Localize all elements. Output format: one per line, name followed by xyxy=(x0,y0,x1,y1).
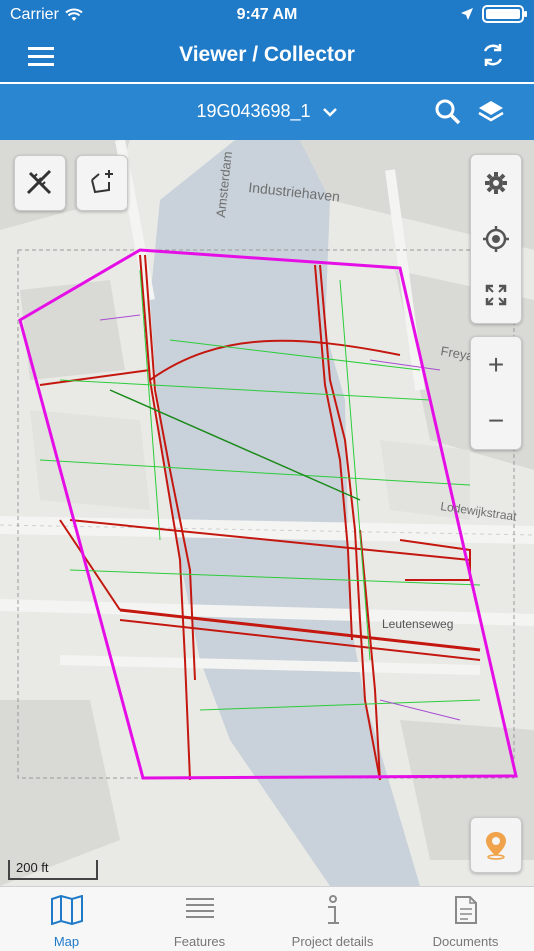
polygon-add-icon xyxy=(91,170,113,194)
sync-icon[interactable] xyxy=(478,40,508,70)
scale-label: 200 ft xyxy=(16,860,49,875)
ruler-pencil-icon xyxy=(26,169,52,195)
scale-bar: 200 ft xyxy=(8,860,98,880)
location-arrow-icon xyxy=(461,8,473,20)
tab-features[interactable]: Features xyxy=(133,887,266,951)
tab-bar: Map Features Project details Documents xyxy=(0,886,534,951)
project-id: 19G043698_1 xyxy=(196,101,311,121)
add-point-button[interactable] xyxy=(470,817,522,873)
tab-features-label: Features xyxy=(173,934,226,949)
street-label-lodewijkstraat: Lodewijkstraat xyxy=(440,499,519,524)
zoom-extent-button[interactable] xyxy=(471,267,521,323)
map-canvas[interactable]: Amsterdam Industriehaven Freya Lodewijks… xyxy=(0,140,534,886)
search-icon[interactable] xyxy=(434,98,462,126)
info-icon xyxy=(327,895,339,924)
locate-me-button[interactable] xyxy=(471,211,521,267)
document-icon xyxy=(454,896,477,924)
draw-polygon-button[interactable] xyxy=(76,155,128,211)
tab-project-details[interactable]: Project details xyxy=(266,887,399,951)
settings-button[interactable] xyxy=(471,155,521,211)
project-bar: 19G043698_1 xyxy=(0,84,534,140)
tab-map[interactable]: Map xyxy=(0,887,133,951)
expand-icon xyxy=(485,284,507,306)
map-tools-stack xyxy=(470,154,522,324)
zoom-out-button[interactable]: − xyxy=(471,393,521,449)
crosshair-icon xyxy=(483,226,509,252)
status-bar: Carrier 9:47 AM xyxy=(0,0,534,30)
tab-map-label: Map xyxy=(53,934,80,949)
tab-documents-label: Documents xyxy=(432,934,499,949)
tab-documents[interactable]: Documents xyxy=(399,887,532,951)
battery-icon xyxy=(482,5,527,23)
chevron-down-icon xyxy=(322,108,337,118)
list-icon xyxy=(185,898,214,918)
gear-icon xyxy=(485,172,507,194)
zoom-in-button[interactable]: + xyxy=(471,337,521,393)
map-view[interactable]: Amsterdam Industriehaven Freya Lodewijks… xyxy=(0,140,534,886)
zoom-controls: + − xyxy=(470,336,522,450)
location-pin-icon xyxy=(486,832,506,860)
tab-project-details-label: Project details xyxy=(291,934,374,949)
layers-icon[interactable] xyxy=(476,97,506,127)
clock: 9:47 AM xyxy=(236,6,298,23)
navigation-bar: Viewer / Collector xyxy=(0,30,534,82)
map-icon xyxy=(50,895,83,925)
page-title: Viewer / Collector xyxy=(179,43,355,66)
measure-tool-button[interactable] xyxy=(14,155,66,211)
street-label-leutenseweg: Leutenseweg xyxy=(382,617,453,631)
